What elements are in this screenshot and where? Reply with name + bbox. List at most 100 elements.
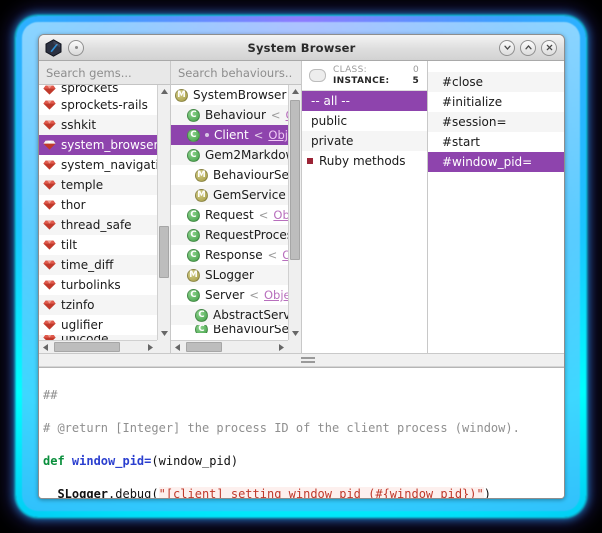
ruby-gem-icon [45,38,62,57]
minimize-chevron-down-icon[interactable] [499,39,515,56]
list-item[interactable]: thread_safe [39,215,157,235]
list-item[interactable]: C BehaviourServer [171,325,288,333]
gem-label: tzinfo [61,298,95,312]
gem-label: thor [61,198,86,212]
list-item[interactable]: sshkit [39,115,157,135]
list-item[interactable]: tilt [39,235,157,255]
instance-label: INSTANCE: [333,75,390,86]
methods-list: #close #initialize #session= #start #win… [428,72,564,172]
class-badge-icon: C [195,308,208,322]
list-item-selected[interactable]: C Client < Object [171,125,288,145]
list-item[interactable]: C Behaviour < Object [171,105,288,125]
list-item[interactable]: system_navigation [39,155,157,175]
list-item[interactable]: M GemService [171,185,288,205]
gems-vertical-scrollbar[interactable] [157,85,170,340]
gems-scroll-thumb[interactable] [158,226,169,278]
gem-label: uglifier [61,318,103,332]
category-item-ruby-methods[interactable]: Ruby methods [302,151,427,171]
superclass-name[interactable]: Object [273,208,288,222]
behaviours-hscroll-track[interactable] [184,341,275,354]
gem-label: thread_safe [61,218,132,232]
module-badge-icon: M [195,168,208,182]
menu-dot-button[interactable] [68,39,84,56]
list-item[interactable]: M BehaviourService [171,165,288,185]
method-item-selected[interactable]: #window_pid= [428,152,564,172]
search-behaviours-input[interactable] [178,65,301,80]
list-item[interactable]: time_diff [39,255,157,275]
category-item-all[interactable]: -- all -- [302,91,427,111]
gems-pane: sprockets sprockets-rails sshkit [39,61,171,353]
gem-icon [43,100,56,110]
gem-label: sshkit [61,118,97,132]
list-item[interactable]: C Request < Object [171,205,288,225]
search-gems-input[interactable] [46,65,170,80]
list-item[interactable]: M SLogger [171,265,288,285]
gem-label: sprockets [61,85,119,95]
behaviours-hscroll-thumb[interactable] [186,341,222,352]
code-editor[interactable]: ## # @return [Integer] the process ID of… [39,367,564,499]
list-item[interactable]: C Response < Object [171,245,288,265]
gem-label: sprockets-rails [61,98,148,112]
behaviours-horizontal-scrollbar[interactable] [171,340,288,353]
gems-hscroll-track[interactable] [52,341,144,354]
splitter-handle[interactable] [301,357,315,365]
gems-hscroll-thumb[interactable] [54,341,120,352]
superclass-lt: < [249,288,259,302]
gem-label: system_navigation [61,158,157,172]
behaviours-scroll-track[interactable] [289,98,302,327]
superclass-name[interactable]: Object [264,288,288,302]
list-item[interactable]: temple [39,175,157,195]
gem-icon [43,220,56,230]
scroll-left-arrow-icon[interactable] [39,341,52,354]
method-item[interactable]: #close [428,72,564,92]
gem-icon [43,260,56,270]
scroll-down-arrow-icon[interactable] [289,327,302,340]
list-item[interactable]: turbolinks [39,275,157,295]
method-item[interactable]: #start [428,132,564,152]
category-item-public[interactable]: public [302,111,427,131]
scroll-down-arrow-icon[interactable] [158,327,171,340]
list-item[interactable]: C Gem2Markdown [171,145,288,165]
list-item[interactable]: M SystemBrowser [171,85,288,105]
behaviours-vertical-scrollbar[interactable] [288,85,301,340]
list-item[interactable]: thor [39,195,157,215]
scroll-right-arrow-icon[interactable] [144,341,157,354]
scroll-up-arrow-icon[interactable] [289,85,302,98]
close-x-icon[interactable] [541,39,557,56]
gems-horizontal-scrollbar[interactable] [39,340,157,353]
source-code[interactable]: ## # @return [Integer] the process ID of… [41,370,564,499]
title-bar[interactable]: System Browser [39,35,564,61]
behaviours-search-box[interactable] [171,61,301,85]
category-item-private[interactable]: private [302,131,427,151]
maximize-chevron-up-icon[interactable] [520,39,536,56]
gems-scroll-track[interactable] [158,98,171,327]
code-method-name: window_pid= [71,453,152,468]
list-item[interactable]: tzinfo [39,295,157,315]
list-item[interactable]: sprockets-rails [39,95,157,115]
superclass-name[interactable]: Object [268,128,288,142]
screen: System Browser Search gems... sprockets … [0,0,602,533]
list-item[interactable]: C RequestProcessor [171,225,288,245]
code-constant-slogger: SLogger [43,486,109,499]
gem-label: time_diff [61,258,114,272]
scroll-left-arrow-icon[interactable] [171,341,184,354]
pane-splitter[interactable] [39,353,564,367]
class-badge-icon: C [187,288,200,302]
method-item[interactable]: #session= [428,112,564,132]
class-instance-toggle[interactable] [309,69,326,82]
list-item-selected[interactable]: system_browser [39,135,157,155]
method-label: #session= [442,115,507,129]
class-badge-icon: C [187,248,200,262]
list-item[interactable]: sprockets [39,85,157,95]
method-counts: CLASS: 0 INSTANCE: 5 [333,65,419,87]
list-item[interactable]: C Server < Object [171,285,288,305]
gems-search-box[interactable] [39,61,170,85]
list-item[interactable]: C AbstractServer [171,305,288,325]
behaviour-name: Behaviour [205,108,266,122]
scroll-right-arrow-icon[interactable] [275,341,288,354]
method-item[interactable]: #initialize [428,92,564,112]
scroll-up-arrow-icon[interactable] [158,85,171,98]
behaviours-scroll-thumb[interactable] [289,100,300,260]
module-badge-icon: M [195,188,208,202]
list-item[interactable]: uglifier [39,315,157,335]
